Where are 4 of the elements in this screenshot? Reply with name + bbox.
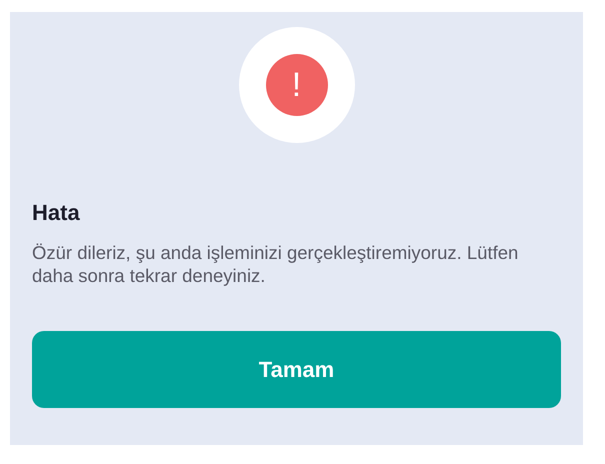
error-icon: ! [266, 54, 328, 116]
dialog-title: Hata [32, 199, 81, 226]
ok-button[interactable]: Tamam [32, 330, 561, 408]
dialog-message: Özür dileriz, şu anda işleminizi gerçekleştiremiyoruz. Lütfen daha sonra tekrar deneyiniz. [32, 240, 520, 286]
